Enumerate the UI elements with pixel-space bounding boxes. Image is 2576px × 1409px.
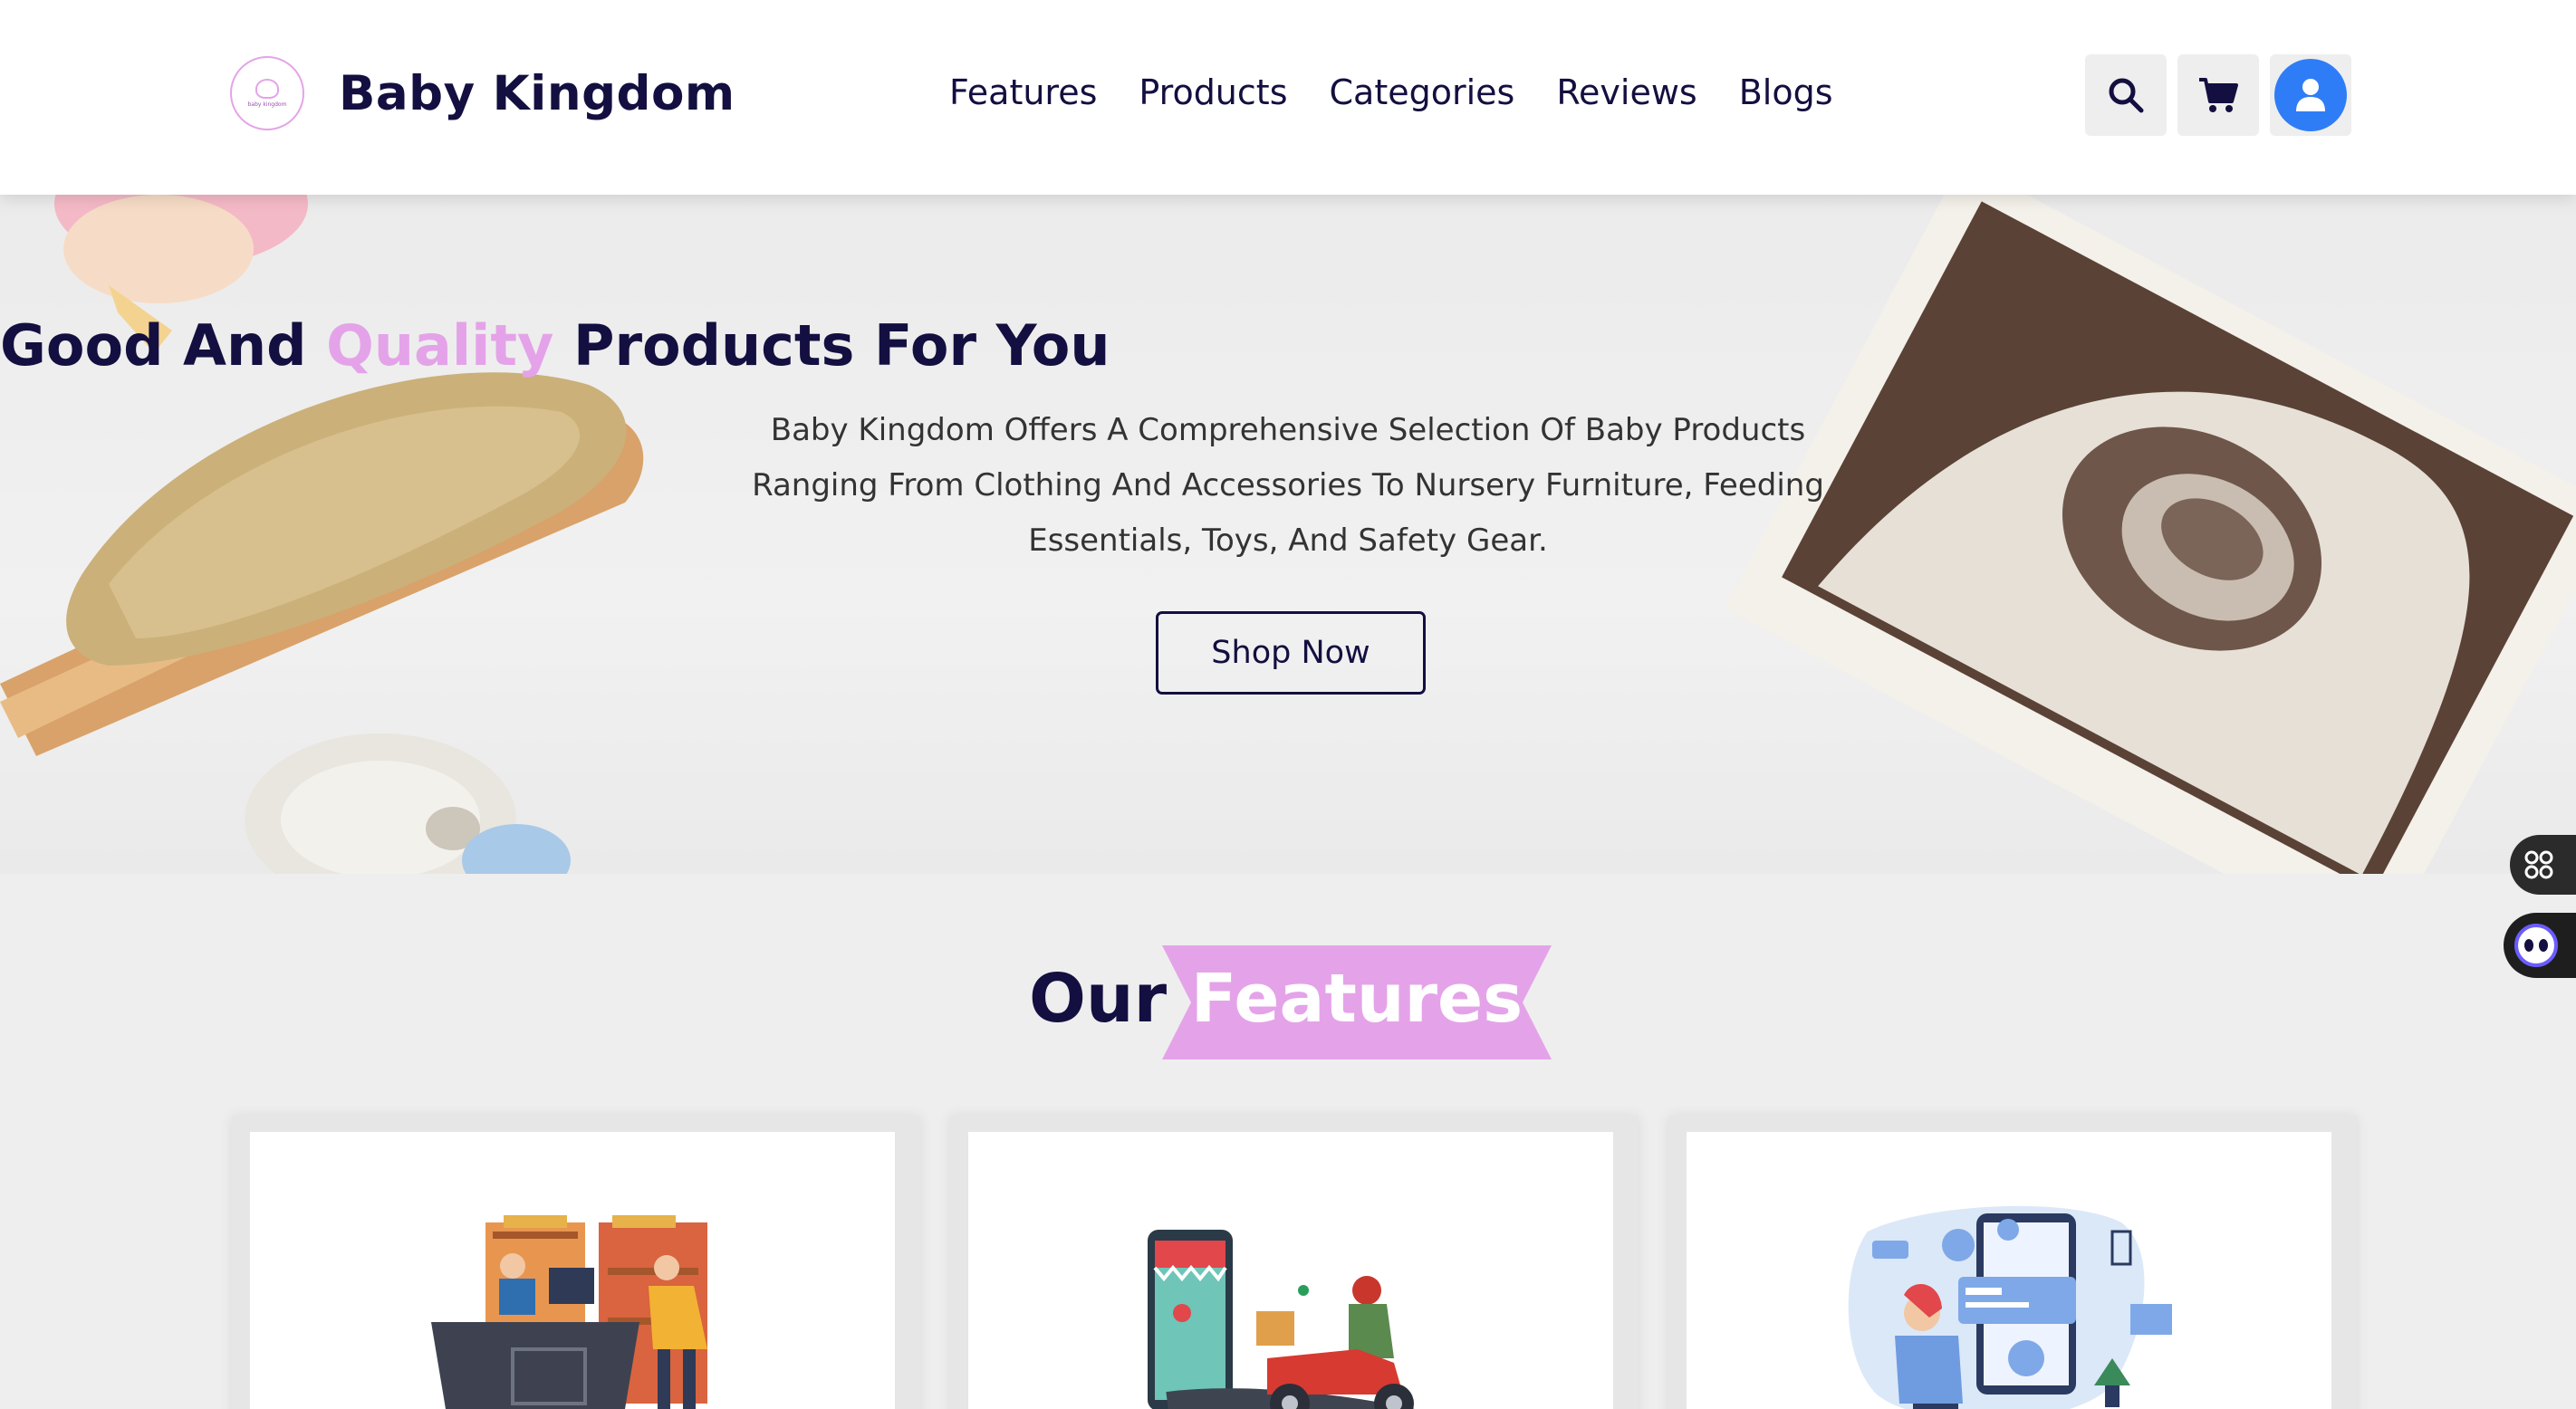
user-icon: [2296, 79, 2325, 111]
shop-now-button[interactable]: Shop Now: [1156, 611, 1426, 695]
store-checkout-illustration: [431, 1215, 707, 1409]
user-button[interactable]: [2270, 54, 2351, 136]
hero-title-accent: Quality: [326, 312, 554, 379]
grid-icon: [2524, 850, 2553, 879]
nav-item-products[interactable]: Products: [1139, 72, 1287, 112]
brand-name: Baby Kingdom: [339, 65, 735, 121]
feature-card-body: [250, 1132, 895, 1409]
hero-title: Good And Quality Products For You: [0, 312, 2576, 379]
logo-cloud-icon: [255, 79, 279, 99]
header-actions: [2085, 54, 2351, 136]
delivery-scooter-illustration: [1148, 1230, 1415, 1409]
hero-title-start: Good And: [0, 312, 307, 379]
chat-assistant-button[interactable]: [2504, 913, 2576, 978]
site-header: baby kingdom Baby Kingdom Features Produ…: [0, 0, 2576, 195]
cart-icon: [2199, 78, 2238, 112]
nav-item-categories[interactable]: Categories: [1330, 72, 1515, 112]
features-heading-highlight: Features: [1190, 960, 1523, 1038]
feature-card: [950, 1116, 1639, 1409]
features-heading-plain: Our: [1029, 960, 1168, 1038]
features-heading: Our Features: [0, 942, 2576, 1064]
brand-logo[interactable]: baby kingdom Baby Kingdom: [230, 56, 735, 130]
hero-title-end: Products For You: [573, 312, 1110, 379]
feature-card-body: [1687, 1132, 2331, 1409]
nav-item-blogs[interactable]: Blogs: [1739, 72, 1833, 112]
nav-item-features[interactable]: Features: [949, 72, 1097, 112]
logo-badge: baby kingdom: [230, 56, 304, 130]
hero-section: Good And Quality Products For You Baby K…: [0, 195, 2576, 874]
nav-item-reviews[interactable]: Reviews: [1556, 72, 1697, 112]
main-nav: Features Products Categories Reviews Blo…: [949, 72, 1833, 112]
feature-card-body: [968, 1132, 1613, 1409]
avatar: [2274, 59, 2347, 131]
feature-card: [1668, 1116, 2357, 1409]
hero-description: Baby Kingdom Offers A Comprehensive Sele…: [752, 412, 1824, 559]
search-button[interactable]: [2085, 54, 2167, 136]
apps-widget-button[interactable]: [2510, 835, 2576, 895]
online-payment-illustration: [1848, 1205, 2172, 1409]
cart-button[interactable]: [2177, 54, 2259, 136]
bot-icon: [2514, 924, 2558, 967]
search-icon: [2109, 78, 2144, 113]
feature-card: [232, 1116, 920, 1409]
logo-caption: baby kingdom: [247, 101, 287, 108]
